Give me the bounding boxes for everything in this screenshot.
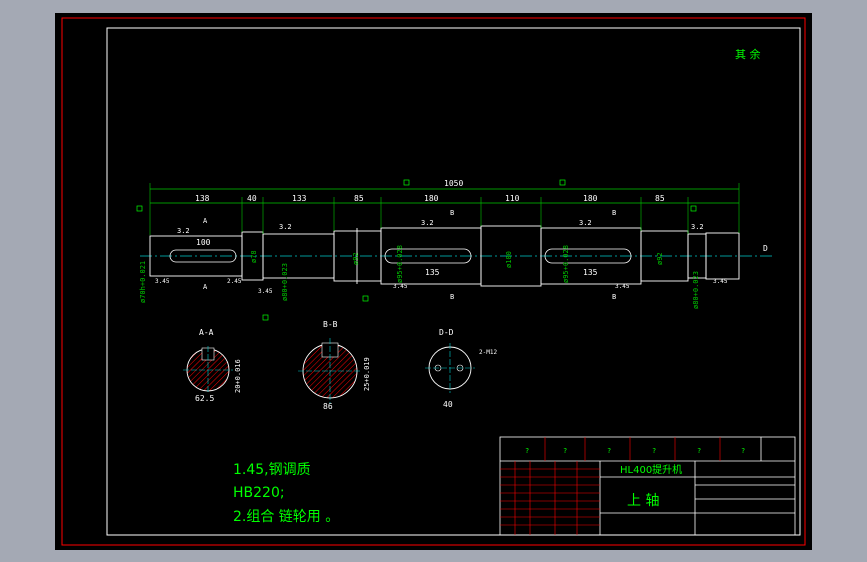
part-name: 上 轴 [627,493,659,509]
diameter-8: ø92 [656,252,664,265]
diameter-9: ø80+0.023 [692,271,700,309]
note-2: HB220; [233,485,285,501]
note-3: 2.组合 链轮用 。 [233,509,339,525]
overall-length: 1050 [444,179,463,188]
chamfer-3: 3.45 [258,288,273,295]
section-a-tol: 20+0.016 [234,359,242,393]
centerline-label: D [763,244,768,253]
section-mark-6: B [612,293,616,301]
section-mark-2: A [203,283,208,291]
title-block [499,436,796,536]
diameter-4: ø92 [352,252,360,265]
roughness-3: 3.2 [421,219,434,227]
keyway-dim-3: 135 [583,268,598,277]
diameter-2: ø78 [250,250,258,263]
section-d-note: 2-M12 [479,349,497,356]
diameter-6: ø100 [505,251,513,268]
dim-2: 40 [247,194,257,203]
tb-cell-6: ? [741,447,745,455]
diameter-5: ø95+0.028 [396,245,404,283]
section-mark-4: B [450,293,454,301]
diameter-1: ø70h+0.021 [139,261,147,303]
section-b-tol: 25+0.019 [363,357,371,391]
note-1: 1.45,钢调质 [233,462,311,478]
tb-cell-4: ? [652,447,656,455]
chamfer-labels: 3.45 2.45 3.45 3.45 3.45 3.45 [155,278,728,295]
chamfer-6: 3.45 [713,278,728,285]
tb-cell-2: ? [563,447,567,455]
extension-lines [149,183,740,235]
cad-viewport[interactable]: 其 余 D 1050 138 40 133 85 180 110 180 85 [55,13,812,550]
shaft-drawing: 其 余 D 1050 138 40 133 85 180 110 180 85 [61,17,806,546]
dim-3: 133 [292,194,307,203]
tb-cell-1: ? [525,447,529,455]
roughness-note: 其 余 [735,47,761,61]
dim-8: 85 [655,194,665,203]
section-a-title: A-A [199,328,214,337]
dim-6: 110 [505,194,520,203]
chamfer-4: 3.45 [393,283,408,290]
keyway-dim-2: 135 [425,268,440,277]
roughness-2: 3.2 [279,223,292,231]
section-d-title: D-D [439,328,454,337]
roughness-4: 3.2 [579,219,592,227]
chamfer-2: 2.45 [227,278,242,285]
dim-5: 180 [424,194,439,203]
tb-cell-3: ? [607,447,611,455]
diameter-7: ø95+0.028 [562,245,570,283]
section-d-d: D-D 40 2-M12 [425,328,497,409]
diameter-3: ø80+0.023 [281,263,289,301]
chamfer-1: 3.45 [155,278,170,285]
dim-4: 85 [354,194,364,203]
roughness-5: 3.2 [691,223,704,231]
section-a-a: A-A 62.5 20+0.016 [183,328,242,403]
section-b-b: B-B 86 25+0.019 [298,320,371,411]
keyway-dim-1: 100 [196,238,211,247]
roughness-values: 3.2 3.2 3.2 3.2 3.2 [177,219,704,235]
drawing-name: HL400提升机 [620,463,682,476]
section-d-width: 40 [443,400,453,409]
roughness-1: 3.2 [177,227,190,235]
section-mark-3: B [450,209,454,217]
section-mark-5: B [612,209,616,217]
tb-cell-5: ? [697,447,701,455]
title-block-placeholders: ? ? ? ? ? ? [525,447,745,455]
section-a-width: 62.5 [195,394,214,403]
section-b-width: 86 [323,402,333,411]
dim-1: 138 [195,194,210,203]
chamfer-5: 3.45 [615,283,630,290]
segment-dims: 138 40 133 85 180 110 180 85 [195,194,665,203]
section-b-title: B-B [323,320,338,329]
technical-notes: 1.45,钢调质 HB220; 2.组合 链轮用 。 [233,462,339,525]
dim-7: 180 [583,194,598,203]
section-mark-1: A [203,217,208,225]
